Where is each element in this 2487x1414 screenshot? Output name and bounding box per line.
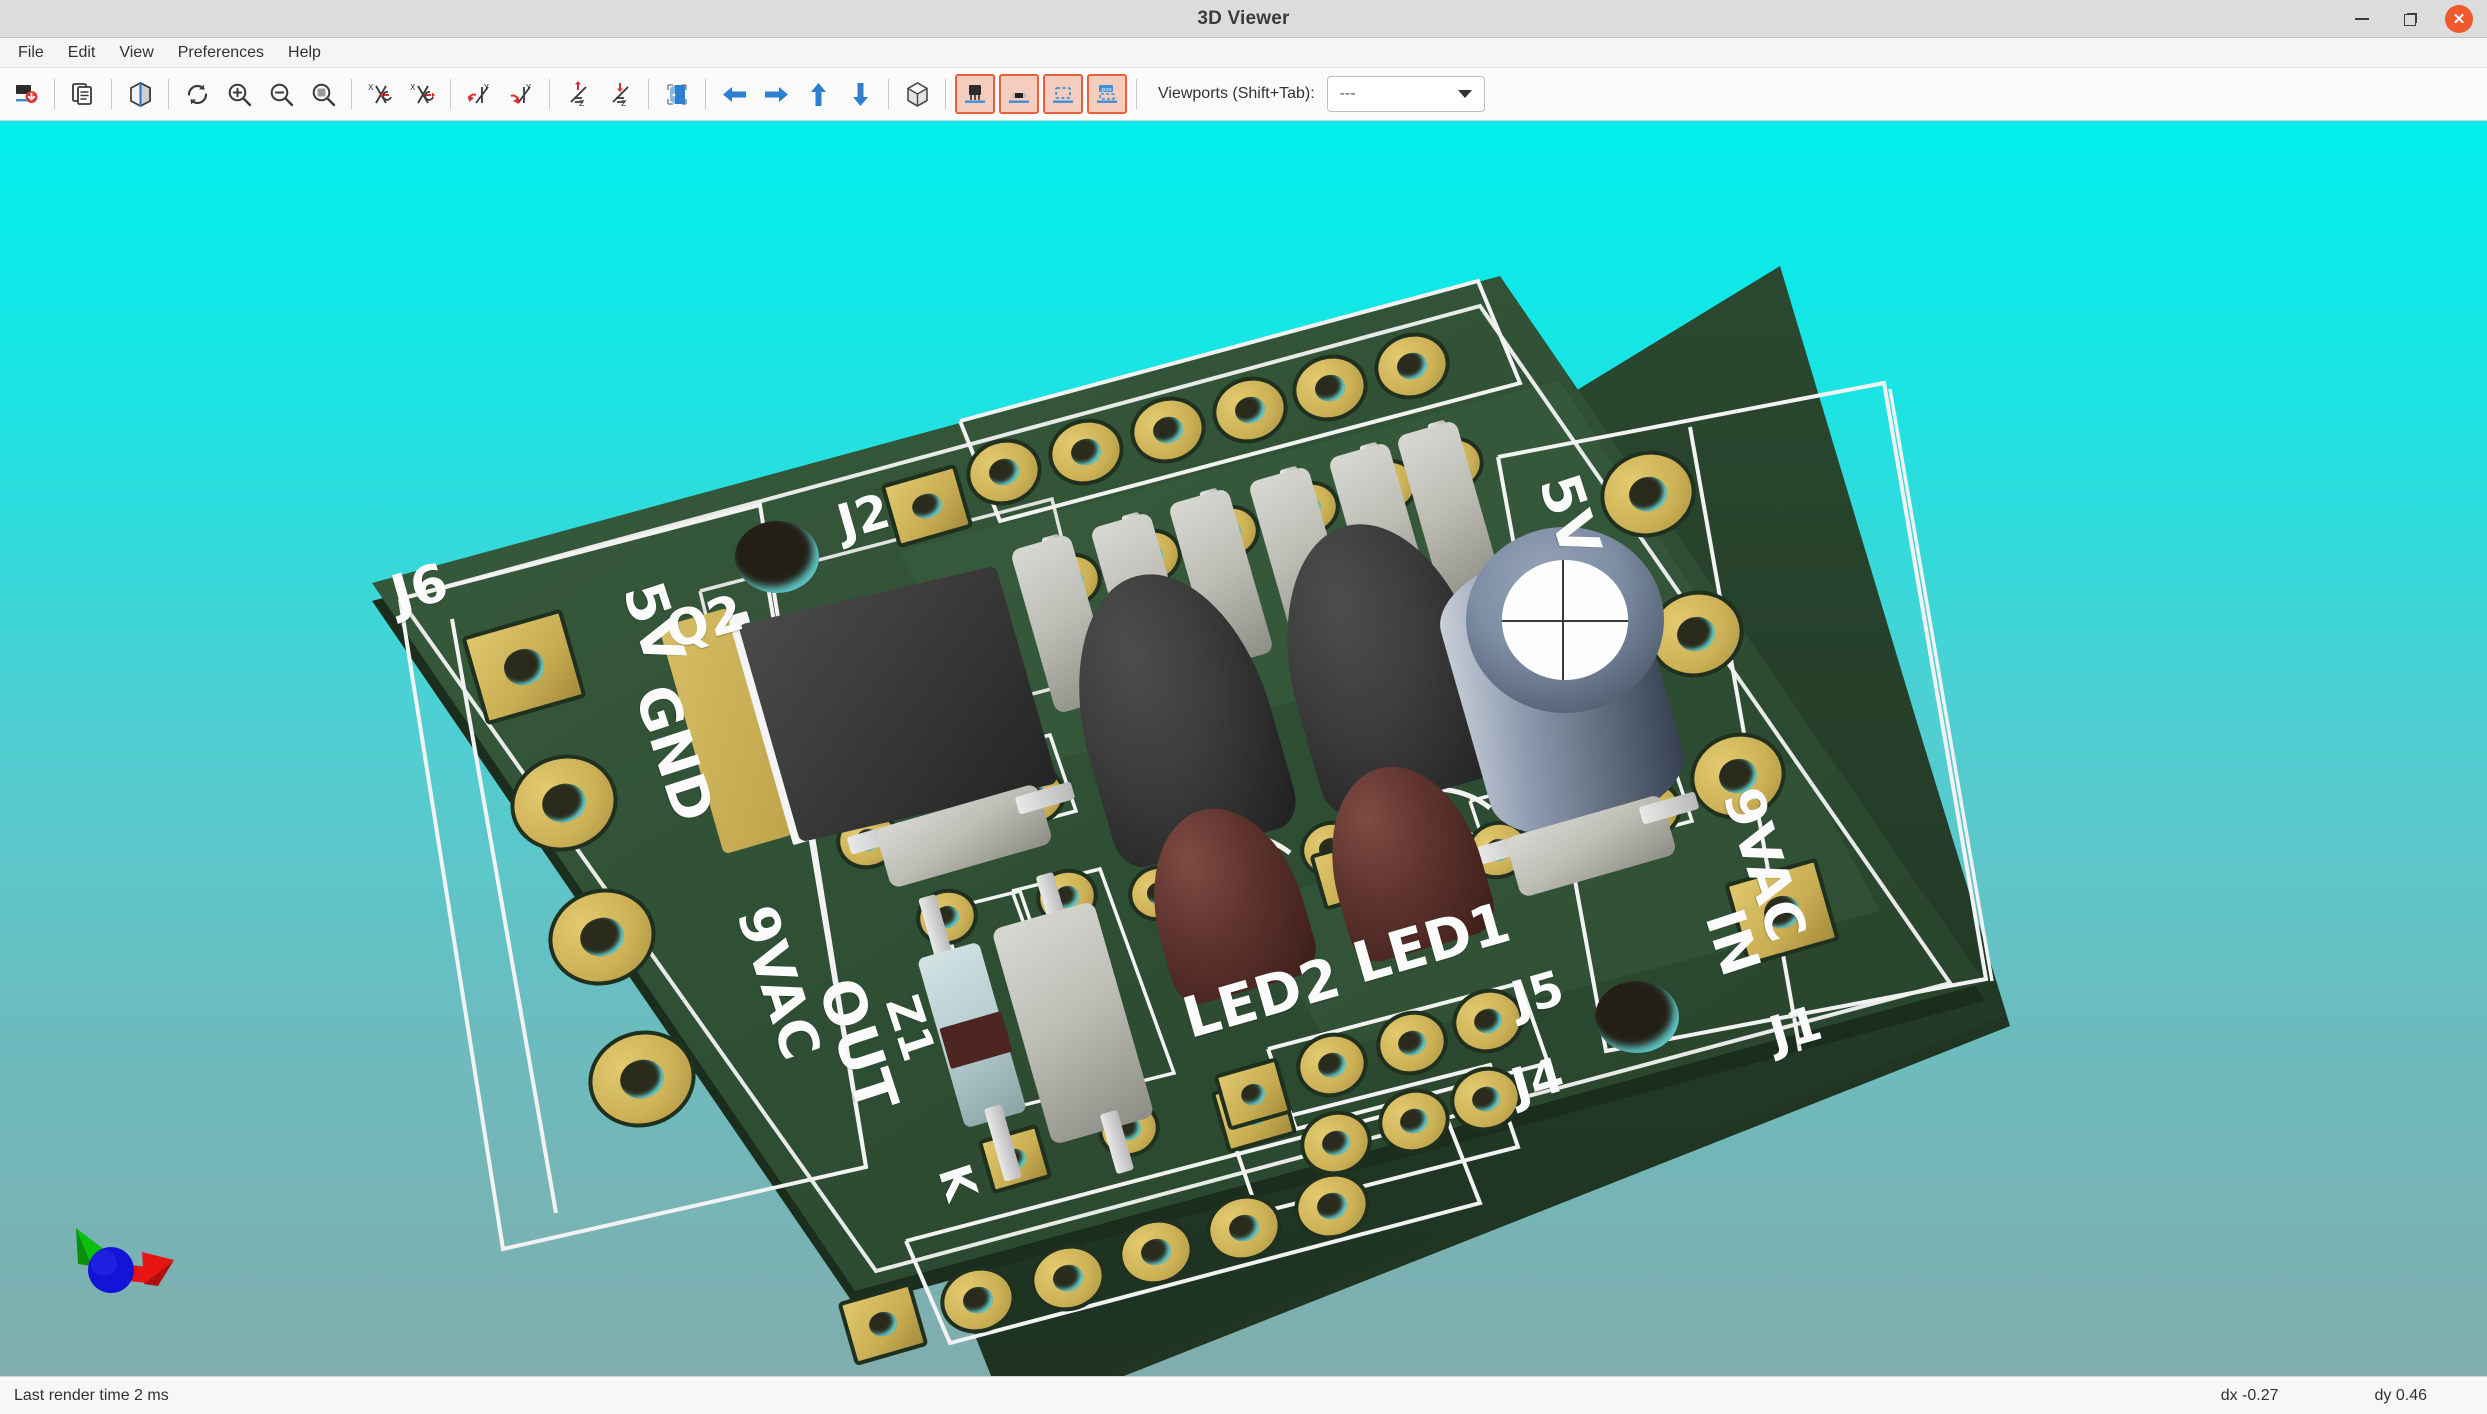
move-left-icon[interactable] [715, 75, 753, 113]
zoom-fit-icon[interactable] [304, 75, 342, 113]
capacitor-vent-cross [1502, 560, 1629, 679]
refresh-icon[interactable] [178, 75, 216, 113]
toolbar-separator [888, 79, 889, 109]
move-up-icon[interactable] [799, 75, 837, 113]
cursor-delta-status: dx -0.27 dy 0.46 [2221, 1387, 2427, 1405]
zoom-out-icon[interactable] [262, 75, 300, 113]
toolbar-separator [351, 79, 352, 109]
status-dx: dx -0.27 [2221, 1387, 2279, 1405]
rotate-x-cw-icon[interactable]: X [403, 75, 441, 113]
maximize-button[interactable] [2397, 6, 2423, 32]
zoom-in-icon[interactable] [220, 75, 258, 113]
toolbar-separator [168, 79, 169, 109]
rotate-z-ccw-icon[interactable]: Z [559, 75, 597, 113]
menu-edit[interactable]: Edit [56, 41, 108, 65]
minimize-button[interactable] [2349, 6, 2375, 32]
main-toolbar: X X Y Y [0, 68, 2487, 121]
pcb-assembly: J6 5V GND 9VAC OUT Q2 J2 Z1 K LED2 LED1 … [0, 121, 2487, 1376]
toolbar-separator [648, 79, 649, 109]
show-3d-models-smd-icon[interactable] [999, 74, 1039, 114]
svg-text:X: X [410, 83, 416, 92]
svg-text:X: X [368, 83, 374, 92]
menu-view[interactable]: View [107, 41, 165, 65]
rotate-y-cw-icon[interactable]: Y [502, 75, 540, 113]
title-bar: 3D Viewer ✕ [0, 0, 2487, 38]
chevron-down-icon [1458, 90, 1472, 98]
viewports-label: Viewports (Shift+Tab): [1158, 85, 1315, 103]
show-3d-models-through-hole-icon[interactable] [955, 74, 995, 114]
rotate-z-cw-icon[interactable]: Z [601, 75, 639, 113]
render-time-status: Last render time 2 ms [14, 1387, 169, 1405]
move-right-icon[interactable] [757, 75, 795, 113]
orthographic-icon[interactable] [898, 75, 936, 113]
viewports-select[interactable]: --- [1327, 76, 1485, 112]
menu-help[interactable]: Help [276, 41, 333, 65]
show-3d-models-unspecified-icon[interactable] [1043, 74, 1083, 114]
menu-file[interactable]: File [6, 41, 56, 65]
rotate-x-ccw-icon[interactable]: X [361, 75, 399, 113]
reload-board-icon[interactable] [7, 75, 45, 113]
move-down-icon[interactable] [841, 75, 879, 113]
svg-text:.pos: .pos [1100, 87, 1112, 93]
svg-text:Z: Z [621, 99, 627, 108]
window-title: 3D Viewer [1197, 8, 1289, 30]
status-dy: dy 0.46 [2375, 1387, 2427, 1405]
toolbar-separator [1136, 79, 1137, 109]
render-options-icon[interactable] [121, 75, 159, 113]
svg-text:Z: Z [579, 99, 585, 108]
axis-orientation-gizmo [48, 1214, 188, 1324]
menu-bar: File Edit View Preferences Help [0, 38, 2487, 68]
menu-preferences[interactable]: Preferences [166, 41, 276, 65]
mounting-hole-top-left [735, 521, 819, 593]
window-controls: ✕ [2349, 0, 2477, 38]
rotate-y-ccw-icon[interactable]: Y [460, 75, 498, 113]
toolbar-separator [705, 79, 706, 109]
close-button[interactable]: ✕ [2445, 5, 2473, 33]
status-bar: Last render time 2 ms dx -0.27 dy 0.46 [0, 1376, 2487, 1414]
toolbar-separator [54, 79, 55, 109]
copy-to-clipboard-icon[interactable] [64, 75, 102, 113]
toolbar-separator [945, 79, 946, 109]
toolbar-separator [450, 79, 451, 109]
toolbar-separator [549, 79, 550, 109]
mounting-hole-bottom-right [1595, 981, 1679, 1053]
viewports-selected-value: --- [1340, 85, 1356, 103]
z-axis-indicator [88, 1247, 134, 1293]
toolbar-separator [111, 79, 112, 109]
show-3d-models-dnp-icon[interactable]: .pos [1087, 74, 1127, 114]
flip-board-icon[interactable] [658, 75, 696, 113]
3d-viewport-canvas[interactable]: J6 5V GND 9VAC OUT Q2 J2 Z1 K LED2 LED1 … [0, 121, 2487, 1376]
